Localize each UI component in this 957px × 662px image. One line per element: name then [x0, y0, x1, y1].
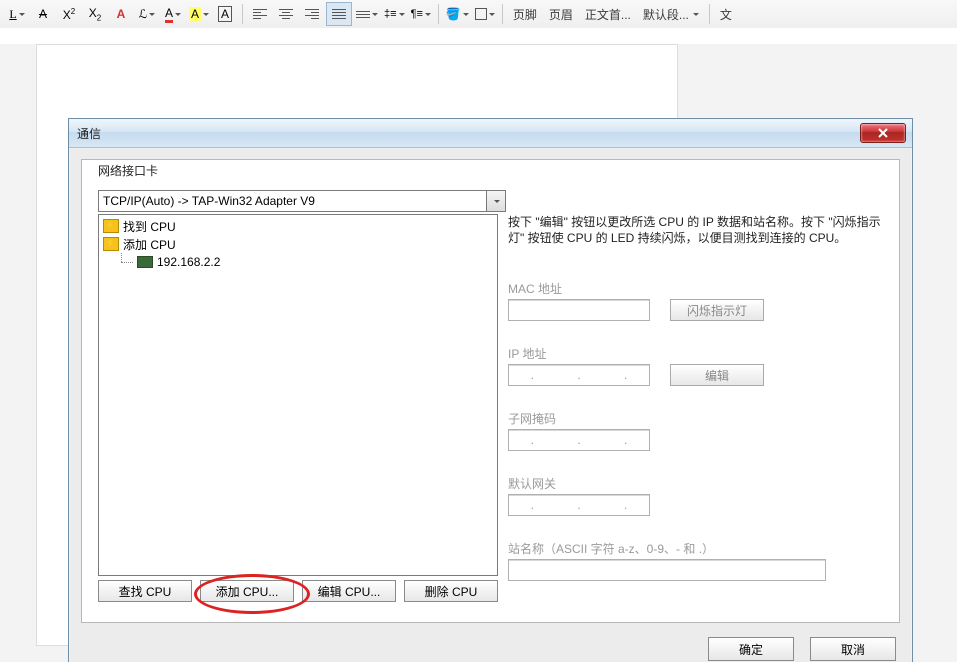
mask-field: ... [508, 429, 650, 451]
character-box-button[interactable]: A [213, 3, 237, 25]
ok-button[interactable]: 确定 [708, 637, 794, 661]
add-cpu-button[interactable]: 添加 CPU... [200, 580, 294, 602]
mac-field [508, 299, 650, 321]
tree-item-add-cpu[interactable]: 添加 CPU [103, 235, 497, 253]
blink-led-button[interactable]: 闪烁指示灯 [670, 299, 764, 321]
nic-select[interactable]: TCP/IP(Auto) -> TAP-Win32 Adapter V9 [98, 190, 506, 212]
dialog-title: 通信 [77, 125, 101, 142]
cancel-button[interactable]: 取消 [810, 637, 896, 661]
edit-cpu-button[interactable]: 编辑 CPU... [302, 580, 396, 602]
style-header[interactable]: 页眉 [543, 3, 579, 25]
char-style-dropdown[interactable]: ℒ [135, 3, 159, 25]
station-name-field [508, 559, 826, 581]
find-cpu-button[interactable]: 查找 CPU [98, 580, 192, 602]
instructions-text: 按下 "编辑" 按钮以更改所选 CPU 的 IP 数据和站名称。按下 "闪烁指示… [508, 214, 883, 246]
style-default-paragraph[interactable]: 默认段... [637, 3, 705, 25]
cpu-button-row: 查找 CPU 添加 CPU... 编辑 CPU... 删除 CPU [98, 580, 498, 602]
nic-select-value: TCP/IP(Auto) -> TAP-Win32 Adapter V9 [103, 194, 315, 208]
tree-item-found-cpu[interactable]: 找到 CPU [103, 217, 497, 235]
separator [438, 4, 439, 24]
align-left-button[interactable] [248, 3, 272, 25]
gateway-label: 默认网关 [508, 475, 883, 492]
separator [242, 4, 243, 24]
tree-item-cpu-ip[interactable]: 192.168.2.2 [103, 253, 497, 271]
document-area: 通信 网络接口卡 TCP/IP(Auto) -> TAP-Win32 Adapt… [0, 44, 957, 662]
style-body-first[interactable]: 正文首... [579, 3, 637, 25]
nic-groupbox: 网络接口卡 TCP/IP(Auto) -> TAP-Win32 Adapter … [90, 164, 891, 616]
ribbon-toolbar: L A X2 X2 A ℒ A A A ‡≡ ¶≡ 🪣 页脚 页眉 正文首...… [0, 0, 957, 29]
subscript-button[interactable]: X2 [83, 3, 107, 25]
strikethrough-button[interactable]: A [31, 3, 55, 25]
fill-color-dropdown[interactable]: 🪣 [444, 3, 471, 25]
bolt-icon [103, 237, 119, 251]
edit-ip-button[interactable]: 编辑 [670, 364, 764, 386]
separator [502, 4, 503, 24]
gateway-field: ... [508, 494, 650, 516]
nic-select-arrow[interactable] [486, 191, 505, 211]
align-right-button[interactable] [300, 3, 324, 25]
delete-cpu-button[interactable]: 删除 CPU [404, 580, 498, 602]
mac-label: MAC 地址 [508, 280, 883, 297]
cpu-tree[interactable]: 找到 CPU 添加 CPU 192.168.2.2 [98, 214, 498, 576]
line-spacing-dropdown[interactable]: ‡≡ [382, 3, 407, 25]
ip-field: ... [508, 364, 650, 386]
align-justify-button[interactable] [326, 2, 352, 26]
align-center-button[interactable] [274, 3, 298, 25]
separator [709, 4, 710, 24]
font-color-char-button[interactable]: A [109, 3, 133, 25]
dialog-titlebar[interactable]: 通信 [69, 119, 912, 148]
ruler [0, 28, 957, 45]
bolt-icon [103, 219, 119, 233]
style-footer[interactable]: 页脚 [507, 3, 543, 25]
indent-dropdown[interactable]: ¶≡ [409, 3, 433, 25]
text-direction-button[interactable]: 文 [714, 3, 738, 25]
communication-dialog: 通信 网络接口卡 TCP/IP(Auto) -> TAP-Win32 Adapt… [68, 118, 913, 662]
vertical-align-dropdown[interactable] [354, 3, 380, 25]
highlight-dropdown[interactable]: A [187, 3, 211, 25]
close-icon [877, 128, 889, 138]
dialog-body: 网络接口卡 TCP/IP(Auto) -> TAP-Win32 Adapter … [81, 159, 900, 623]
mask-label: 子网掩码 [508, 410, 883, 427]
paint-bucket-icon: 🪣 [446, 7, 461, 21]
font-color-dropdown[interactable]: A [161, 3, 185, 25]
cpu-detail-panel: 按下 "编辑" 按钮以更改所选 CPU 的 IP 数据和站名称。按下 "闪烁指示… [508, 214, 883, 581]
border-dropdown[interactable] [473, 3, 497, 25]
nic-group-label: 网络接口卡 [96, 162, 160, 179]
close-button[interactable] [860, 123, 906, 143]
device-icon [137, 256, 153, 268]
ip-label: IP 地址 [508, 345, 883, 362]
superscript-button[interactable]: X2 [57, 3, 81, 25]
dialog-footer: 确定 取消 [708, 637, 896, 661]
station-name-label: 站名称（ASCII 字符 a-z、0-9、- 和 .） [508, 540, 883, 557]
underline-dropdown[interactable]: L [5, 3, 29, 25]
